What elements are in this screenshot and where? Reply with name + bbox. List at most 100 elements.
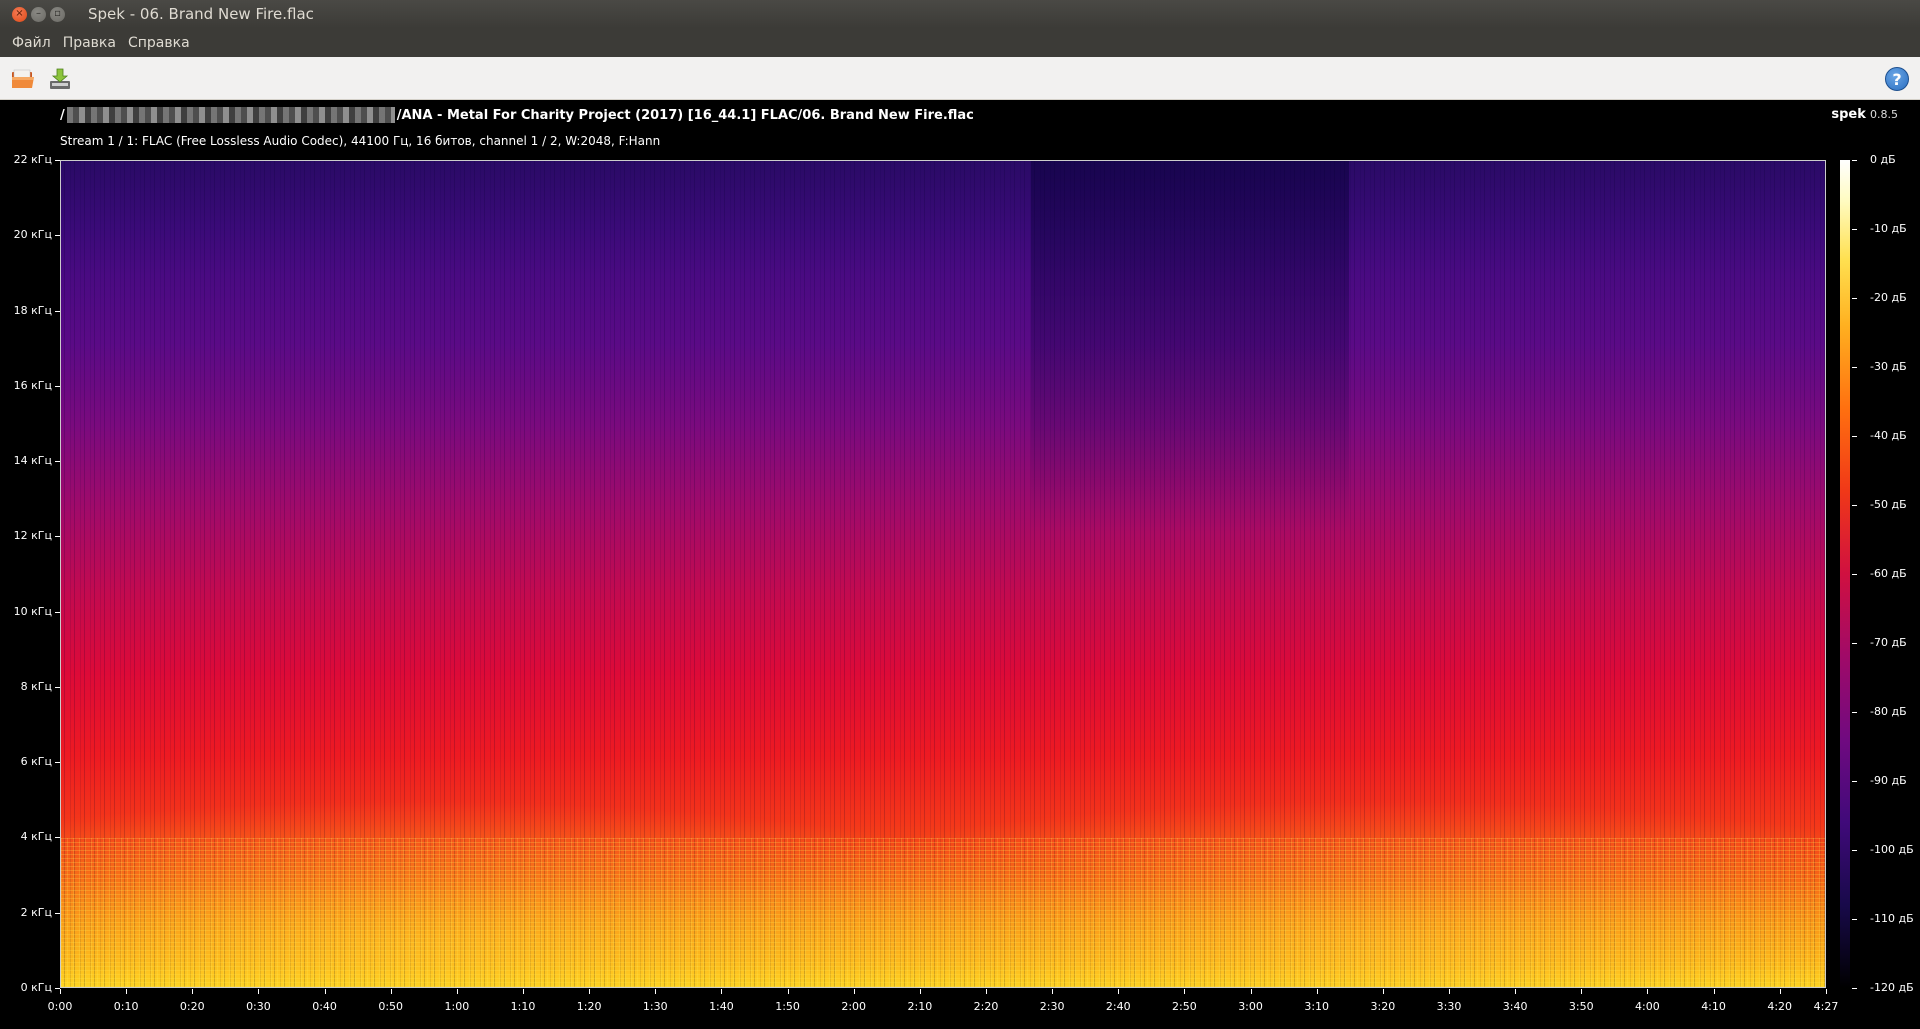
- frequency-tick-mark: [55, 160, 60, 161]
- frequency-tick-mark: [55, 686, 60, 688]
- maximize-window-button[interactable]: ▫: [50, 6, 65, 22]
- file-path-suffix: /ANA - Metal For Charity Project (2017) …: [396, 107, 974, 123]
- frequency-tick-mark: [55, 837, 60, 839]
- time-tick-label: 2:40: [1105, 1000, 1131, 1013]
- window-controls: × – ▫: [12, 6, 72, 22]
- db-tick-mark: [1852, 367, 1857, 368]
- frequency-tick-mark: [55, 762, 60, 764]
- db-tick-label: -70 дБ: [1870, 636, 1907, 649]
- time-tick-label: 4:10: [1701, 1000, 1726, 1013]
- minimize-window-button[interactable]: –: [31, 6, 46, 22]
- time-tick-label: 1:10: [510, 1000, 536, 1013]
- frequency-tick-label: 0 кГц: [20, 981, 52, 994]
- db-tick-label: -30 дБ: [1870, 360, 1907, 373]
- toolbar: ?: [0, 57, 1920, 100]
- time-tick-mark: [522, 989, 524, 994]
- time-tick-label: 4:27: [1813, 1000, 1839, 1013]
- time-tick-mark: [192, 989, 194, 994]
- menu-edit[interactable]: Правка: [57, 35, 122, 51]
- db-tick-mark: [1852, 505, 1857, 506]
- spectrogram-plot[interactable]: [60, 160, 1826, 988]
- time-tick-mark: [985, 989, 987, 994]
- time-tick-label: 3:50: [1568, 1000, 1594, 1013]
- frequency-tick-label: 12 кГц: [13, 529, 52, 543]
- frequency-tick-mark: [55, 310, 60, 312]
- time-tick-label: 0:20: [179, 1000, 205, 1013]
- frequency-tick-label: 14 кГц: [13, 454, 52, 468]
- frequency-tick-mark: [55, 536, 60, 538]
- save-download-icon: [50, 68, 70, 89]
- db-tick-mark: [1852, 643, 1857, 644]
- time-tick-mark: [721, 989, 723, 994]
- brand-name: spek: [1831, 107, 1866, 122]
- db-colorbar: [1840, 160, 1850, 988]
- db-tick-label: -100 дБ: [1870, 843, 1914, 856]
- time-tick-label: 0:00: [47, 1000, 73, 1013]
- time-tick-label: 2:20: [973, 1000, 999, 1013]
- time-tick-mark: [1826, 989, 1827, 994]
- time-tick-label: 3:20: [1370, 1000, 1396, 1013]
- time-tick-label: 2:00: [841, 1000, 867, 1013]
- time-tick-mark: [655, 989, 657, 994]
- window-title: Spek - 06. Brand New Fire.flac: [88, 5, 314, 23]
- db-tick-label: -60 дБ: [1870, 567, 1907, 580]
- close-window-button[interactable]: ×: [12, 6, 27, 22]
- db-tick-mark: [1852, 988, 1857, 989]
- db-tick-mark: [1852, 436, 1857, 437]
- time-tick-mark: [1779, 989, 1781, 994]
- db-tick-label: -40 дБ: [1870, 429, 1907, 442]
- db-tick-mark: [1852, 712, 1857, 713]
- time-tick-mark: [1581, 989, 1583, 994]
- frequency-tick-mark: [55, 912, 60, 914]
- frequency-tick-label: 10 кГц: [13, 604, 52, 618]
- time-tick-mark: [1250, 989, 1252, 994]
- time-tick-label: 2:10: [907, 1000, 933, 1013]
- db-tick-label: -50 дБ: [1870, 498, 1907, 511]
- open-file-button[interactable]: [8, 64, 38, 94]
- time-tick-mark: [126, 989, 128, 994]
- help-button[interactable]: ?: [1882, 64, 1912, 94]
- time-tick-mark: [1052, 989, 1054, 994]
- frequency-tick-mark: [55, 385, 60, 387]
- db-tick-mark: [1852, 298, 1857, 299]
- time-tick-mark: [258, 989, 260, 994]
- time-tick-mark: [324, 989, 326, 994]
- time-tick-label: 3:40: [1502, 1000, 1528, 1013]
- spectrogram-view: / /ANA - Metal For Charity Project (2017…: [0, 100, 1920, 1029]
- redacted-path-segment: [66, 107, 395, 123]
- save-button[interactable]: [45, 64, 75, 94]
- title-bar: × – ▫ Spek - 06. Brand New Fire.flac: [0, 0, 1920, 28]
- time-tick-mark: [1647, 989, 1649, 994]
- frequency-tick-label: 6 кГц: [20, 755, 52, 769]
- time-tick-label: 2:50: [1172, 1000, 1197, 1013]
- frequency-tick-label: 22 кГц: [13, 153, 52, 166]
- time-tick-label: 1:00: [444, 1000, 470, 1013]
- frequency-tick-label: 16 кГц: [13, 378, 52, 392]
- time-tick-label: 0:10: [113, 1000, 139, 1013]
- frequency-tick-label: 4 кГц: [20, 830, 52, 844]
- brand-version: 0.8.5: [1870, 108, 1898, 121]
- frequency-tick-label: 18 кГц: [13, 303, 52, 317]
- time-tick-label: 1:30: [642, 1000, 668, 1013]
- time-tick-mark: [1713, 989, 1715, 994]
- db-tick-mark: [1852, 850, 1857, 851]
- time-tick-label: 1:20: [576, 1000, 602, 1013]
- frequency-tick-label: 2 кГц: [20, 905, 52, 919]
- menu-file[interactable]: Файл: [6, 35, 57, 51]
- db-tick-label: -90 дБ: [1870, 774, 1907, 787]
- time-tick-label: 4:00: [1635, 1000, 1660, 1013]
- time-tick-label: 1:40: [709, 1000, 734, 1013]
- time-tick-mark: [1448, 989, 1450, 994]
- time-tick-label: 2:30: [1039, 1000, 1065, 1013]
- time-tick-label: 4:20: [1767, 1000, 1793, 1013]
- time-tick-mark: [1515, 989, 1517, 994]
- time-tick-label: 1:50: [775, 1000, 800, 1013]
- menu-help[interactable]: Справка: [122, 35, 196, 51]
- db-tick-mark: [1852, 574, 1857, 575]
- time-tick-label: 3:00: [1238, 1000, 1263, 1013]
- frequency-tick-mark: [55, 611, 60, 613]
- time-tick-mark: [1316, 989, 1318, 994]
- help-icon: ?: [1885, 67, 1909, 91]
- time-tick-mark: [589, 989, 591, 994]
- time-tick-label: 0:50: [378, 1000, 404, 1013]
